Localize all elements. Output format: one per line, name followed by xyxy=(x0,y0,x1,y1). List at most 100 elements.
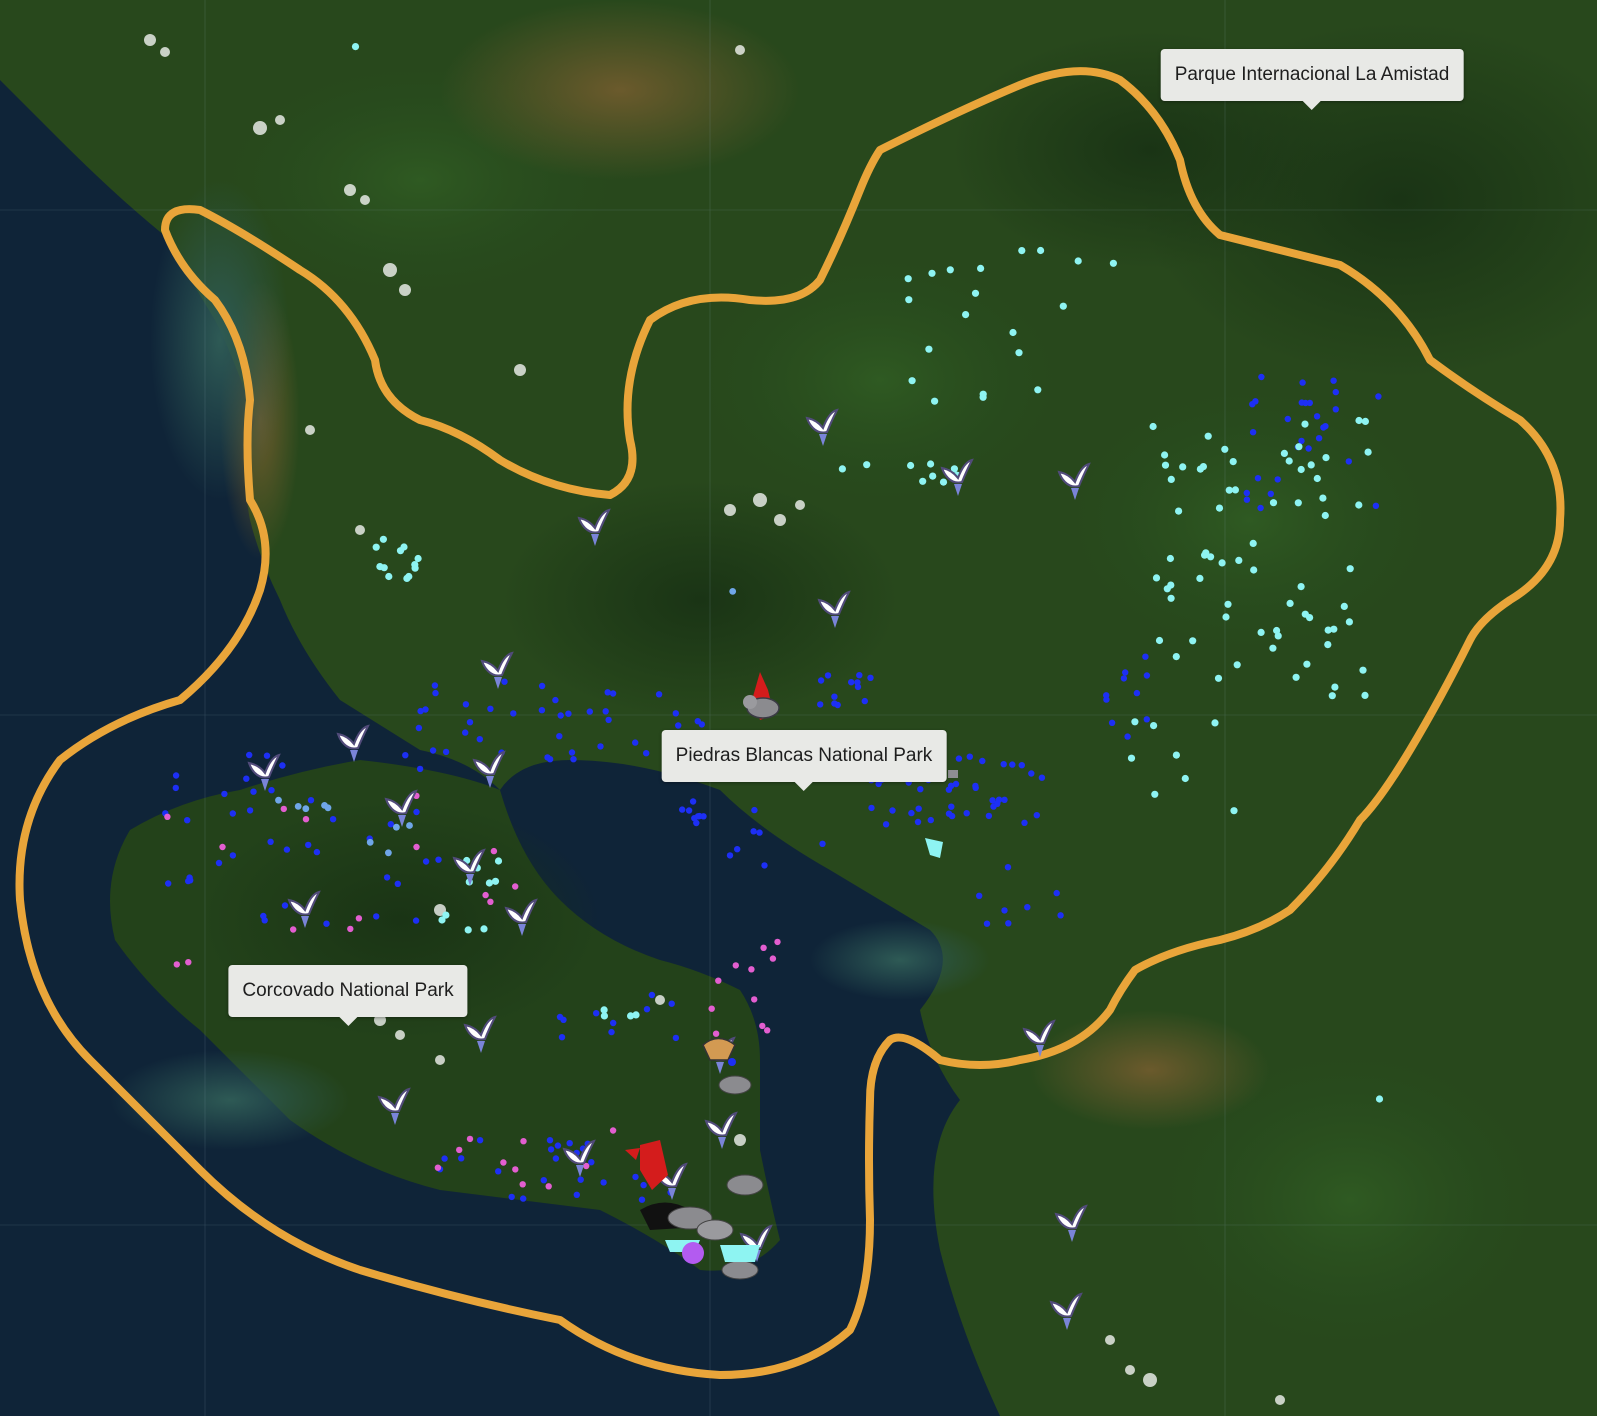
observation-point[interactable] xyxy=(267,838,274,845)
monkey-icon[interactable] xyxy=(702,1037,736,1061)
observation-point[interactable] xyxy=(1269,499,1278,507)
observation-point[interactable] xyxy=(764,1027,771,1034)
observation-point[interactable] xyxy=(972,784,979,791)
park-label-piedras-blancas[interactable]: Piedras Blancas National Park xyxy=(661,730,947,791)
observation-point[interactable] xyxy=(648,991,656,999)
observation-point[interactable] xyxy=(917,786,924,793)
observation-point[interactable] xyxy=(817,701,824,708)
observation-point[interactable] xyxy=(313,848,321,856)
observation-point[interactable] xyxy=(966,753,973,760)
observation-point[interactable] xyxy=(1149,422,1157,431)
observation-point[interactable] xyxy=(1120,675,1128,682)
observation-point[interactable] xyxy=(429,747,437,754)
observation-point[interactable] xyxy=(1280,449,1288,457)
observation-point[interactable] xyxy=(373,913,380,920)
observation-point[interactable] xyxy=(824,672,832,679)
observation-point[interactable] xyxy=(456,1146,463,1154)
observation-point[interactable] xyxy=(1167,475,1175,483)
observation-point[interactable] xyxy=(1313,474,1321,483)
observation-point[interactable] xyxy=(600,1179,607,1186)
observation-point[interactable] xyxy=(260,912,267,920)
observation-point[interactable] xyxy=(302,805,310,813)
observation-point[interactable] xyxy=(643,1006,651,1013)
observation-point[interactable] xyxy=(588,1159,595,1166)
observation-point[interactable] xyxy=(605,716,612,724)
observation-point[interactable] xyxy=(466,719,474,726)
observation-point[interactable] xyxy=(1204,432,1212,440)
observation-point[interactable] xyxy=(983,920,991,927)
observation-point[interactable] xyxy=(732,962,739,969)
observation-point[interactable] xyxy=(372,543,380,551)
observation-point[interactable] xyxy=(925,345,933,353)
observation-point[interactable] xyxy=(914,818,922,826)
observation-point[interactable] xyxy=(1315,435,1323,442)
purple-marker[interactable] xyxy=(682,1242,704,1264)
observation-point[interactable] xyxy=(172,772,180,779)
observation-point[interactable] xyxy=(638,1196,646,1203)
observation-point[interactable] xyxy=(490,847,498,855)
observation-point[interactable] xyxy=(458,1155,465,1162)
observation-point[interactable] xyxy=(250,788,257,795)
observation-point[interactable] xyxy=(323,920,330,927)
observation-point[interactable] xyxy=(1199,463,1207,471)
observation-point[interactable] xyxy=(928,269,936,277)
observation-point[interactable] xyxy=(905,296,913,304)
observation-point[interactable] xyxy=(1313,413,1321,420)
observation-point[interactable] xyxy=(1345,618,1353,626)
observation-point[interactable] xyxy=(416,765,424,773)
map-view[interactable]: Parque Internacional La Amistad Piedras … xyxy=(0,0,1597,1416)
observation-point[interactable] xyxy=(1294,499,1302,507)
observation-point[interactable] xyxy=(1028,770,1035,777)
observation-point[interactable] xyxy=(931,397,939,405)
observation-point[interactable] xyxy=(1297,465,1305,474)
observation-point[interactable] xyxy=(1340,602,1348,611)
observation-point[interactable] xyxy=(838,465,847,473)
observation-point[interactable] xyxy=(915,805,922,812)
observation-point[interactable] xyxy=(979,393,987,401)
observation-point[interactable] xyxy=(655,691,663,698)
observation-point[interactable] xyxy=(1109,259,1117,267)
observation-point[interactable] xyxy=(540,1177,547,1184)
observation-point[interactable] xyxy=(1230,807,1238,815)
observation-point[interactable] xyxy=(280,805,287,813)
observation-point[interactable] xyxy=(412,917,420,924)
observation-point[interactable] xyxy=(668,1000,675,1007)
observation-point[interactable] xyxy=(726,852,734,859)
observation-point[interactable] xyxy=(1172,653,1180,661)
observation-point[interactable] xyxy=(1103,692,1110,699)
observation-point[interactable] xyxy=(480,925,488,933)
observation-point[interactable] xyxy=(904,275,912,283)
observation-point[interactable] xyxy=(1286,599,1294,608)
observation-point[interactable] xyxy=(1359,666,1367,674)
observation-point[interactable] xyxy=(405,572,413,581)
observation-point[interactable] xyxy=(1361,691,1369,700)
observation-point[interactable] xyxy=(586,708,593,715)
observation-point[interactable] xyxy=(435,856,442,863)
observation-point[interactable] xyxy=(1181,774,1189,783)
observation-point[interactable] xyxy=(321,802,328,809)
observation-point[interactable] xyxy=(751,806,758,814)
observation-point[interactable] xyxy=(165,880,172,887)
observation-point[interactable] xyxy=(734,846,741,853)
observation-point[interactable] xyxy=(640,1181,647,1189)
observation-point[interactable] xyxy=(279,762,286,769)
observation-point[interactable] xyxy=(1122,669,1129,676)
observation-point[interactable] xyxy=(577,1176,584,1183)
observation-point[interactable] xyxy=(305,841,312,849)
observation-point[interactable] xyxy=(1322,423,1329,430)
observation-point[interactable] xyxy=(422,858,430,865)
park-label-la-amistad[interactable]: Parque Internacional La Amistad xyxy=(1160,49,1464,110)
observation-point[interactable] xyxy=(1224,600,1232,608)
observation-point[interactable] xyxy=(597,743,604,750)
observation-point[interactable] xyxy=(919,477,927,485)
observation-point[interactable] xyxy=(290,926,297,933)
observation-point[interactable] xyxy=(1166,554,1174,563)
observation-point[interactable] xyxy=(939,478,948,486)
observation-point[interactable] xyxy=(520,1138,527,1145)
observation-point[interactable] xyxy=(556,733,563,740)
observation-point[interactable] xyxy=(679,806,686,813)
observation-point[interactable] xyxy=(186,874,193,881)
observation-point[interactable] xyxy=(1252,398,1259,405)
observation-point[interactable] xyxy=(927,816,934,824)
observation-point[interactable] xyxy=(1328,692,1336,700)
